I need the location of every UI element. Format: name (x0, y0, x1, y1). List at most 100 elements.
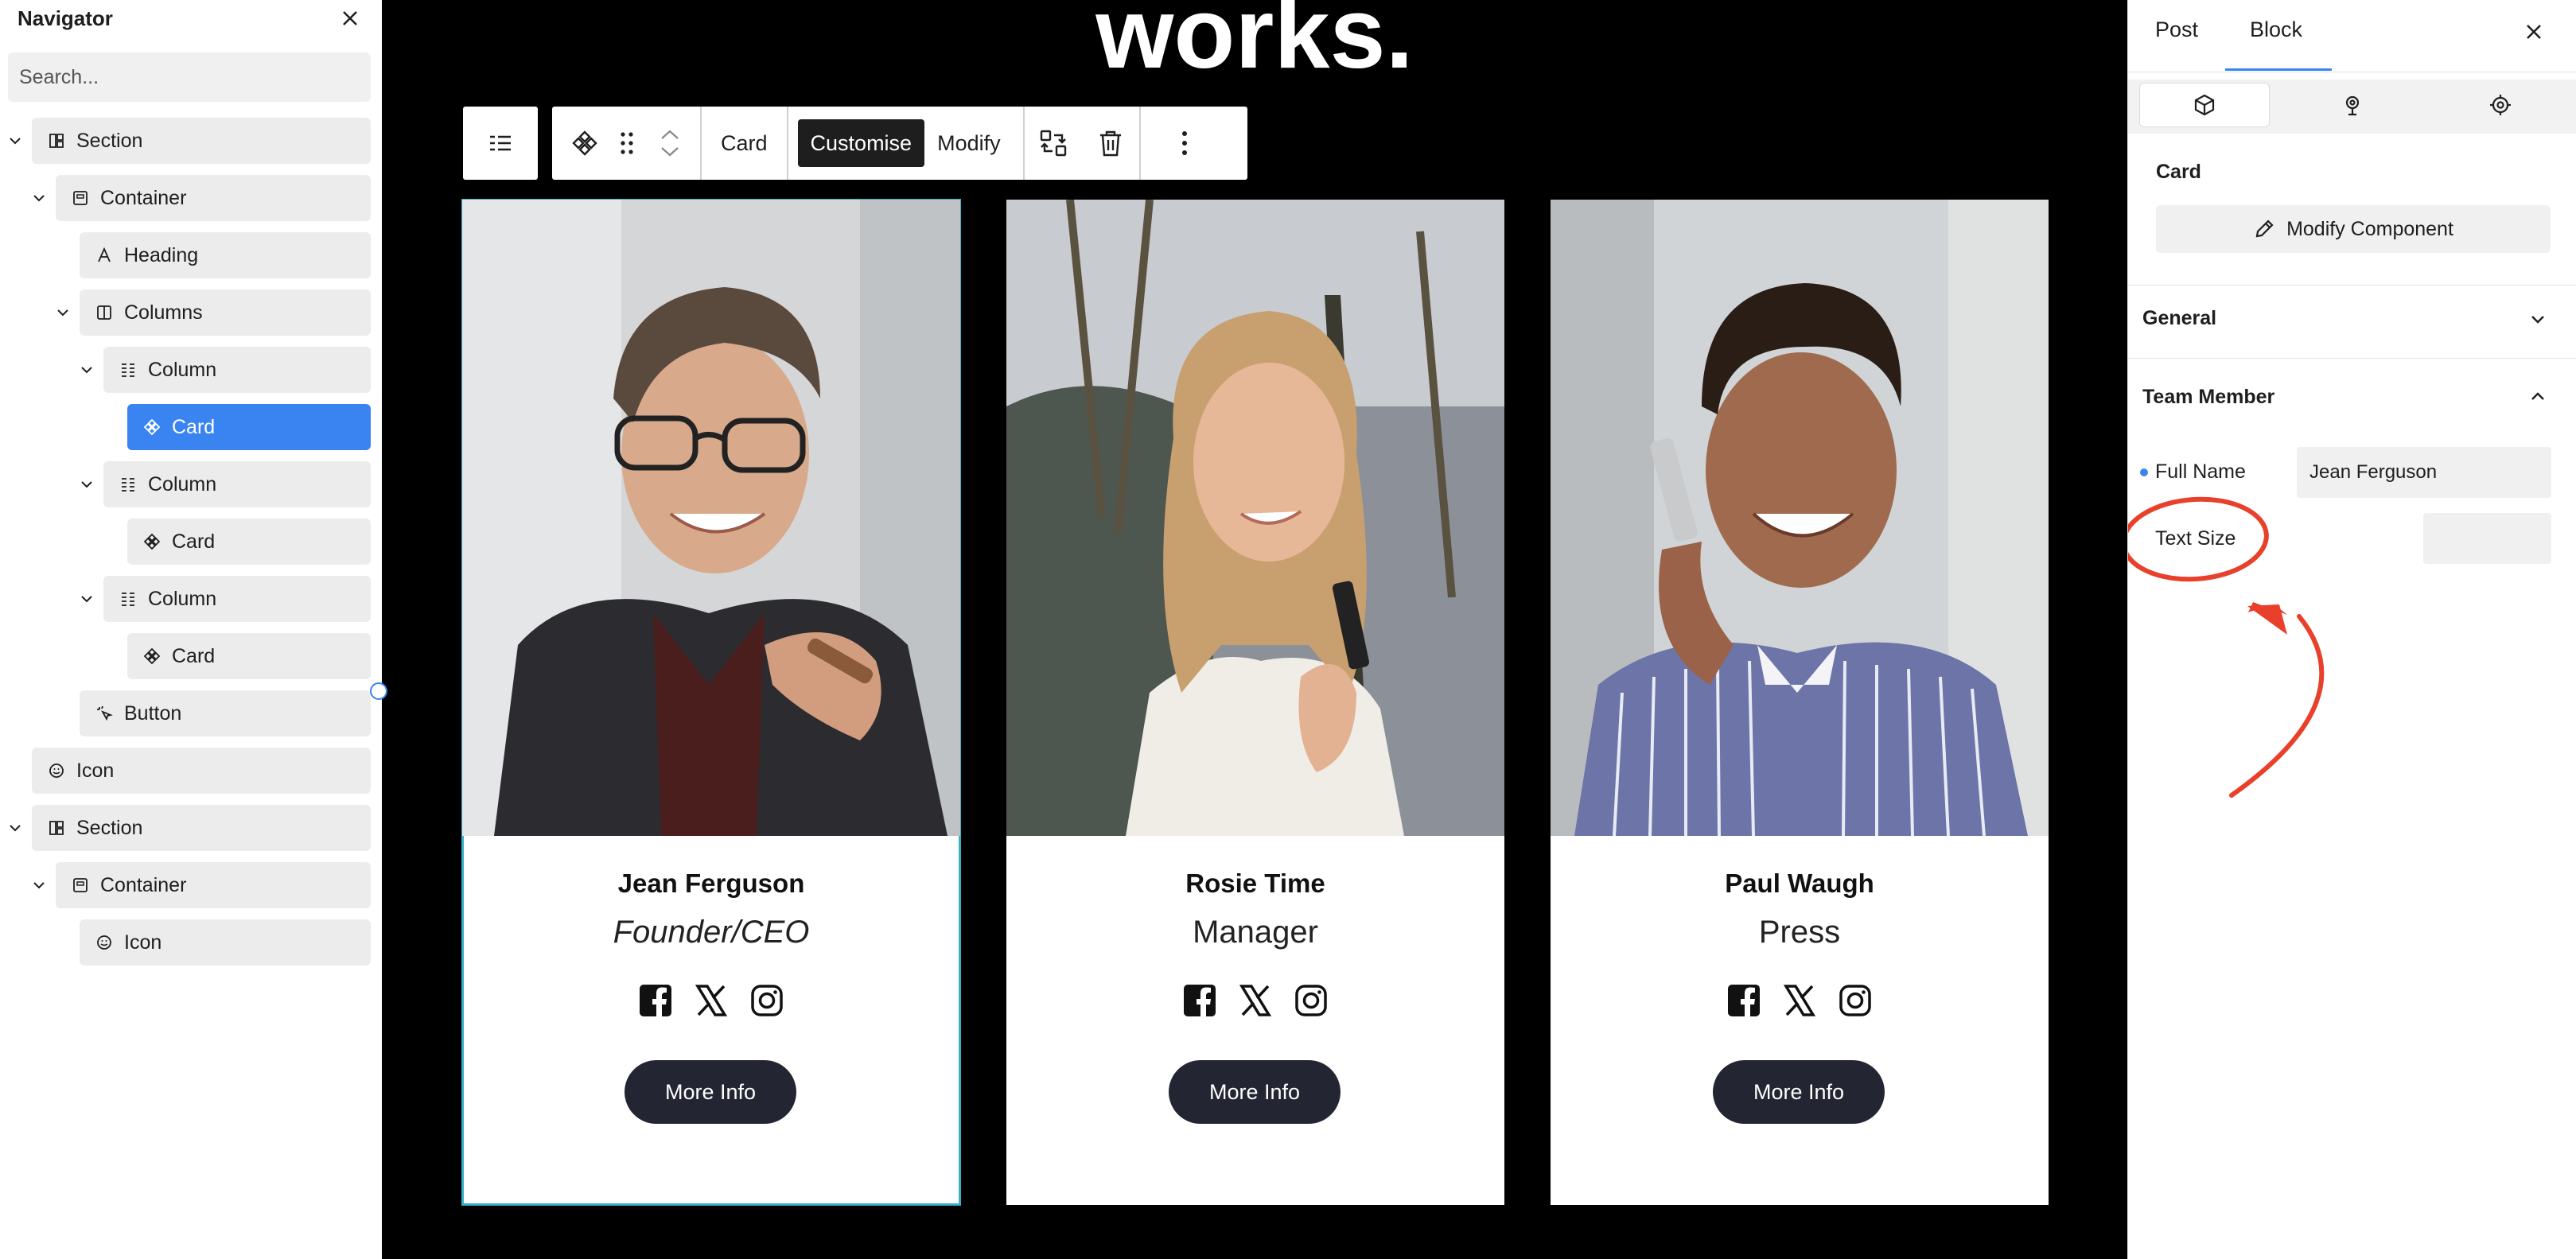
chevron-down-icon[interactable] (2527, 309, 2548, 329)
tab-styles[interactable] (2287, 83, 2418, 127)
page-heading[interactable]: works. (382, 0, 2127, 105)
chevron-down-icon[interactable] (30, 189, 48, 207)
tree-item-box[interactable]: Card (127, 519, 371, 565)
tab-settings[interactable] (2139, 83, 2270, 127)
facebook-icon[interactable] (1182, 983, 1217, 1018)
move-down-icon[interactable] (659, 143, 681, 159)
tree-item-box[interactable]: Heading (80, 232, 371, 278)
chevron-down-icon[interactable] (78, 476, 95, 493)
tree-item-card[interactable]: Card (0, 404, 371, 450)
component-type-button[interactable] (562, 107, 608, 180)
tree-item-label: Icon (76, 759, 115, 782)
team-card[interactable]: Paul Waugh Press More Info (1551, 200, 2049, 1205)
trash-icon (1099, 130, 1121, 157)
toolbar-divider (786, 107, 788, 180)
x-twitter-icon[interactable] (694, 983, 729, 1018)
tree-item-box[interactable]: Section (32, 805, 371, 851)
more-info-button[interactable]: More Info (625, 1060, 796, 1124)
tree-item-label: Icon (124, 931, 162, 954)
modified-indicator-dot (2140, 468, 2148, 476)
tree-item-label: Card (172, 530, 216, 553)
inspector-tabs (2128, 80, 2576, 134)
tree-item-box[interactable]: Section (32, 118, 371, 164)
tree-item-label: Card (172, 415, 216, 438)
chevron-down-icon[interactable] (6, 132, 24, 150)
chevron-down-icon[interactable] (54, 304, 72, 321)
component-title: Card (2156, 161, 2201, 183)
tree-item-box[interactable]: Container (56, 175, 371, 221)
tree-item-box[interactable]: Button (80, 690, 371, 736)
navigator-title: Navigator (18, 6, 113, 30)
modify-button[interactable]: Modify (932, 131, 1023, 156)
social-links (462, 983, 960, 1018)
list-view-button[interactable] (463, 107, 538, 180)
chevron-down-icon[interactable] (6, 819, 24, 837)
delete-button[interactable] (1082, 107, 1139, 180)
customise-button[interactable]: Customise (797, 119, 925, 167)
tree-item-box[interactable]: Icon (32, 748, 371, 794)
tree-item-section[interactable]: Section (0, 805, 371, 851)
full-name-input[interactable] (2297, 447, 2551, 498)
tree-item-card[interactable]: Card (0, 633, 371, 679)
team-photo (462, 200, 960, 836)
instagram-icon[interactable] (1838, 983, 1873, 1018)
chevron-down-icon[interactable] (30, 876, 48, 894)
tree-item-container[interactable]: Container (0, 862, 371, 908)
chevron-down-icon[interactable] (78, 590, 95, 608)
tab-block[interactable]: Block (2250, 17, 2302, 42)
tree-item-card[interactable]: Card (0, 519, 371, 565)
close-icon[interactable] (338, 6, 362, 30)
tree-item-icon[interactable]: Icon (0, 919, 371, 966)
team-card[interactable]: Rosie Time Manager More Info (1006, 200, 1504, 1205)
instagram-icon[interactable] (749, 983, 784, 1018)
tree-item-label: Container (100, 186, 187, 209)
team-card[interactable]: Jean Ferguson Founder/CEO More Info (461, 199, 961, 1206)
replace-icon (1040, 130, 1066, 157)
tree-item-box[interactable]: Column (103, 461, 371, 507)
section-icon (49, 821, 64, 835)
tree-item-box[interactable]: Column (103, 347, 371, 393)
tree-item-container[interactable]: Container (0, 175, 371, 221)
more-options-button[interactable] (1141, 107, 1228, 180)
chevron-up-icon[interactable] (2527, 386, 2548, 406)
tab-advanced[interactable] (2435, 83, 2566, 127)
tree-item-box[interactable]: Card (127, 404, 371, 450)
insertion-point-indicator[interactable] (370, 682, 387, 700)
member-role: Founder/CEO (613, 915, 810, 950)
move-up-icon[interactable] (659, 127, 681, 143)
block-name-label[interactable]: Card (702, 131, 787, 156)
divider (2128, 285, 2576, 286)
replace-button[interactable] (1025, 107, 1082, 180)
tree-item-box[interactable]: Icon (80, 919, 371, 966)
tree-item-columns[interactable]: Columns (0, 289, 371, 336)
tree-item-column[interactable]: Column (0, 461, 371, 507)
more-info-button[interactable]: More Info (1713, 1060, 1885, 1124)
x-twitter-icon[interactable] (1238, 983, 1273, 1018)
close-icon[interactable] (2522, 20, 2546, 44)
team-member-section-header[interactable]: Team Member (2142, 386, 2274, 409)
tree-item-heading[interactable]: Heading (0, 232, 371, 278)
tree-item-box[interactable]: Card (127, 633, 371, 679)
facebook-icon[interactable] (638, 983, 673, 1018)
drag-handle[interactable] (608, 107, 646, 180)
tree-item-icon[interactable]: Icon (0, 748, 371, 794)
search-input[interactable] (8, 52, 371, 102)
tree-item-label: Column (148, 358, 217, 381)
general-section-header[interactable]: General (2142, 307, 2216, 330)
heading-icon (98, 247, 111, 262)
modify-component-button[interactable]: Modify Component (2156, 205, 2551, 253)
tree-item-box[interactable]: Columns (80, 289, 371, 336)
chevron-down-icon[interactable] (78, 361, 95, 379)
instagram-icon[interactable] (1294, 983, 1329, 1018)
tree-item-box[interactable]: Column (103, 576, 371, 622)
tree-item-section[interactable]: Section (0, 118, 371, 164)
tab-post[interactable]: Post (2155, 17, 2198, 42)
facebook-icon[interactable] (1726, 983, 1761, 1018)
tree-item-column[interactable]: Column (0, 347, 371, 393)
more-info-button[interactable]: More Info (1169, 1060, 1341, 1124)
tree-item-column[interactable]: Column (0, 576, 371, 622)
tree-item-box[interactable]: Container (56, 862, 371, 908)
x-twitter-icon[interactable] (1782, 983, 1817, 1018)
tree-item-label: Container (100, 873, 187, 896)
tree-item-button[interactable]: Button (0, 690, 371, 736)
